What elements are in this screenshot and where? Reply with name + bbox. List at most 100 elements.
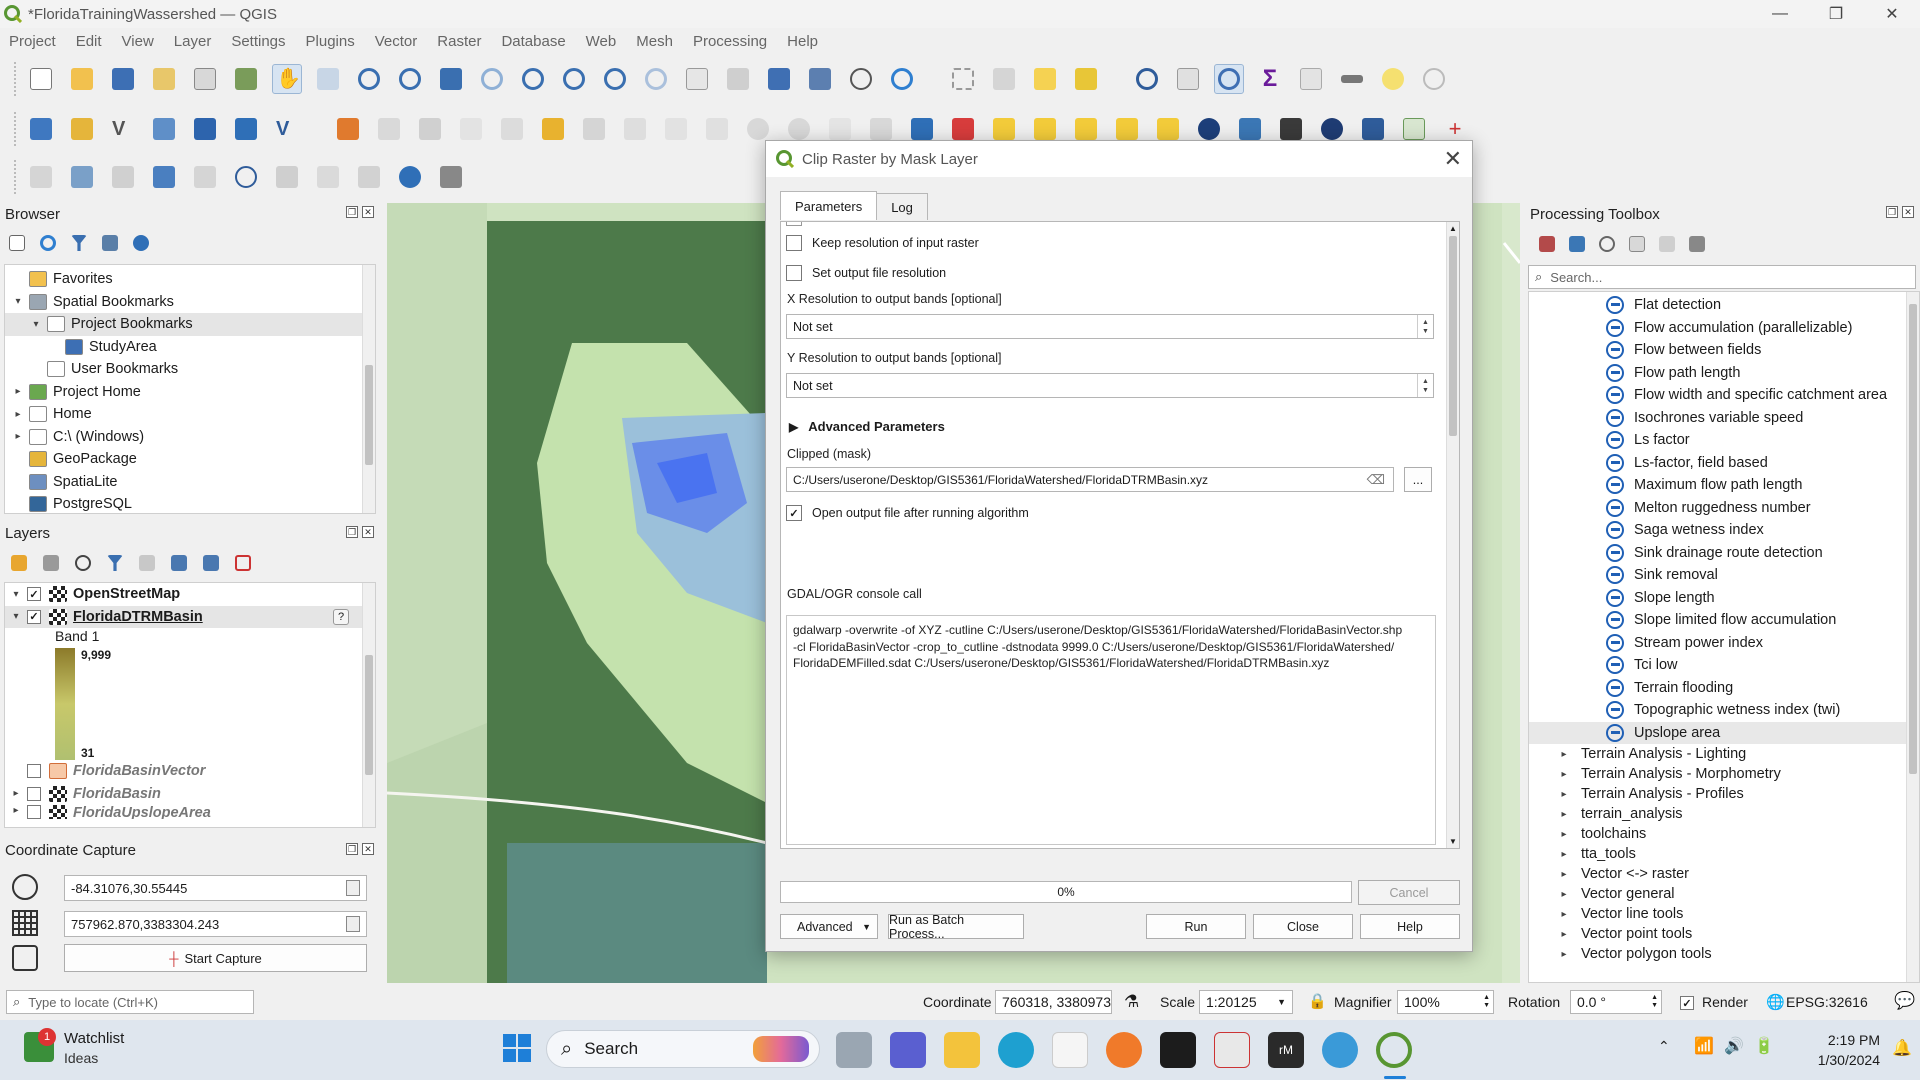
processing-toolbox-icon[interactable] bbox=[1214, 64, 1244, 94]
browser-scrollbar[interactable] bbox=[362, 265, 375, 513]
expand-arrow[interactable]: ▸ bbox=[13, 409, 23, 420]
expand-arrow[interactable]: ▸ bbox=[1559, 929, 1569, 940]
new-project-icon[interactable] bbox=[26, 64, 56, 94]
toolbox-scrollbar[interactable] bbox=[1906, 292, 1919, 982]
deselect-icon[interactable] bbox=[1030, 64, 1060, 94]
layer-visibility-checkbox[interactable] bbox=[27, 764, 41, 779]
toggle-editing-icon[interactable] bbox=[374, 114, 404, 144]
terminal-icon[interactable] bbox=[1160, 1032, 1196, 1068]
projected-coordinate-field[interactable]: 757962.870,3383304.243 bbox=[64, 911, 367, 937]
algorithm-item[interactable]: Ls factor bbox=[1529, 429, 1919, 452]
scale-combobox[interactable]: 1:20125 ▼ bbox=[1199, 990, 1293, 1014]
measure-line-icon[interactable] bbox=[1337, 64, 1367, 94]
filter-expression-icon[interactable] bbox=[136, 552, 158, 574]
render-checkbox[interactable]: ✓ bbox=[1680, 996, 1694, 1010]
info-icon[interactable] bbox=[395, 162, 425, 192]
geographic-crs-icon[interactable] bbox=[12, 874, 38, 900]
browser-item[interactable]: ▸ Project Home bbox=[5, 381, 375, 404]
wifi-icon[interactable]: 📶 bbox=[1694, 1036, 1714, 1056]
float-panel-icon[interactable]: ❐ bbox=[346, 206, 358, 218]
identify-icon[interactable] bbox=[1132, 64, 1162, 94]
show-bookmarks-icon[interactable] bbox=[805, 64, 835, 94]
lock-scale-icon[interactable]: 🔒 bbox=[1308, 992, 1327, 1010]
map-tips-icon[interactable] bbox=[1378, 64, 1408, 94]
select-features-icon[interactable] bbox=[948, 64, 978, 94]
spin-arrows-icon[interactable]: ▲ ▼ bbox=[1417, 315, 1433, 338]
close-panel-icon[interactable]: ✕ bbox=[362, 526, 374, 538]
browser-refresh-icon[interactable] bbox=[37, 232, 59, 254]
copy-icon[interactable] bbox=[346, 880, 360, 896]
layer-floridabasin[interactable]: ▸ FloridaBasin bbox=[5, 783, 363, 806]
paste-features-icon[interactable] bbox=[702, 114, 732, 144]
add-group-icon[interactable] bbox=[40, 552, 62, 574]
close-window-button[interactable]: ✕ bbox=[1864, 0, 1920, 28]
coordinate-field[interactable]: 760318, 3380973 bbox=[995, 990, 1112, 1014]
algorithm-group[interactable]: ▸ terrain_analysis bbox=[1529, 804, 1919, 824]
algorithm-item[interactable]: Slope length bbox=[1529, 587, 1919, 610]
add-point-icon[interactable] bbox=[231, 162, 261, 192]
layer-visibility-checkbox[interactable]: ✓ bbox=[27, 587, 41, 602]
history-icon[interactable] bbox=[1596, 233, 1618, 255]
zoom-native-icon[interactable] bbox=[559, 64, 589, 94]
digitize-pencil-icon[interactable] bbox=[333, 114, 363, 144]
statistical-summary-icon[interactable]: Σ bbox=[1255, 64, 1285, 94]
add-feature-icon[interactable] bbox=[456, 114, 486, 144]
expand-arrow[interactable]: ▸ bbox=[11, 805, 21, 816]
locator-search-input[interactable]: ⌕ Type to locate (Ctrl+K) bbox=[6, 990, 254, 1014]
browser-item[interactable]: Favorites bbox=[5, 268, 375, 291]
snipping-tool-icon[interactable] bbox=[1214, 1032, 1250, 1068]
firefox-icon[interactable] bbox=[1106, 1032, 1142, 1068]
shape-tool-icon[interactable] bbox=[108, 162, 138, 192]
close-panel-icon[interactable]: ✕ bbox=[362, 206, 374, 218]
show-hidden-icons-icon[interactable]: ⌃ bbox=[1658, 1038, 1670, 1055]
cancel-button[interactable]: Cancel bbox=[1358, 880, 1460, 905]
volume-icon[interactable]: 🔊 bbox=[1724, 1036, 1744, 1056]
rotation-input[interactable]: 0.0 ° ▲ ▼ bbox=[1570, 990, 1662, 1014]
clipped-output-path-input[interactable]: C:/Users/userone/Desktop/GIS5361/Florida… bbox=[786, 467, 1394, 492]
results-viewer-icon[interactable] bbox=[1626, 233, 1648, 255]
add-mesh-layer-icon[interactable]: V bbox=[272, 114, 302, 144]
refresh-icon[interactable] bbox=[887, 64, 917, 94]
algorithm-item[interactable]: Flow accumulation (parallelizable) bbox=[1529, 317, 1919, 340]
teams-chat-icon[interactable] bbox=[890, 1032, 926, 1068]
clock-time[interactable]: 2:19 PM bbox=[1800, 1032, 1880, 1048]
copy-features-icon[interactable] bbox=[661, 114, 691, 144]
run-button[interactable]: Run bbox=[1146, 914, 1246, 939]
attribute-table-icon[interactable] bbox=[1173, 64, 1203, 94]
temporal-controller-icon[interactable] bbox=[846, 64, 876, 94]
move-label-icon[interactable] bbox=[149, 162, 179, 192]
algorithm-item[interactable]: Sink drainage route detection bbox=[1529, 542, 1919, 565]
zoom-full-icon[interactable] bbox=[436, 64, 466, 94]
float-panel-icon[interactable]: ❐ bbox=[346, 843, 358, 855]
zoom-in-icon[interactable] bbox=[354, 64, 384, 94]
copy-icon[interactable] bbox=[346, 916, 360, 932]
gdal-console-text[interactable]: gdalwarp -overwrite -of XYZ -cutline C:/… bbox=[786, 615, 1436, 845]
offset-icon[interactable] bbox=[354, 162, 384, 192]
set-resolution-option[interactable]: Set output file resolution bbox=[786, 265, 946, 281]
new-3d-view-icon[interactable] bbox=[723, 64, 753, 94]
zoom-out-icon[interactable] bbox=[395, 64, 425, 94]
layers-scrollbar[interactable] bbox=[362, 583, 375, 827]
spin-arrows-icon[interactable]: ▲ ▼ bbox=[1483, 994, 1490, 1010]
algorithm-item[interactable]: Flow path length bbox=[1529, 362, 1919, 385]
expand-arrow[interactable]: ▸ bbox=[13, 386, 23, 397]
scroll-down-icon[interactable]: ▼ bbox=[1449, 837, 1457, 846]
select-by-value-icon[interactable] bbox=[989, 64, 1019, 94]
widget-title[interactable]: Watchlist bbox=[64, 1030, 124, 1047]
expand-all-icon[interactable] bbox=[168, 552, 190, 574]
zoom-last-icon[interactable] bbox=[600, 64, 630, 94]
algorithm-group[interactable]: ▸ Vector polygon tools bbox=[1529, 944, 1919, 964]
close-panel-icon[interactable]: ✕ bbox=[362, 843, 374, 855]
style-manager-icon[interactable] bbox=[231, 64, 261, 94]
menu-help[interactable]: Help bbox=[784, 33, 821, 50]
scroll-up-icon[interactable]: ▲ bbox=[1449, 224, 1457, 233]
open-output-checkbox[interactable]: ✓ bbox=[786, 505, 802, 521]
add-vector-layer-icon[interactable]: V bbox=[108, 114, 138, 144]
remove-layer-icon[interactable] bbox=[232, 552, 254, 574]
manage-visibility-icon[interactable] bbox=[72, 552, 94, 574]
expand-arrow[interactable]: ▾ bbox=[11, 589, 21, 600]
track-mouse-icon[interactable] bbox=[12, 945, 38, 971]
wrench-icon[interactable] bbox=[436, 162, 466, 192]
expand-arrow[interactable]: ▾ bbox=[31, 319, 41, 330]
algorithm-group[interactable]: ▸ Vector point tools bbox=[1529, 924, 1919, 944]
